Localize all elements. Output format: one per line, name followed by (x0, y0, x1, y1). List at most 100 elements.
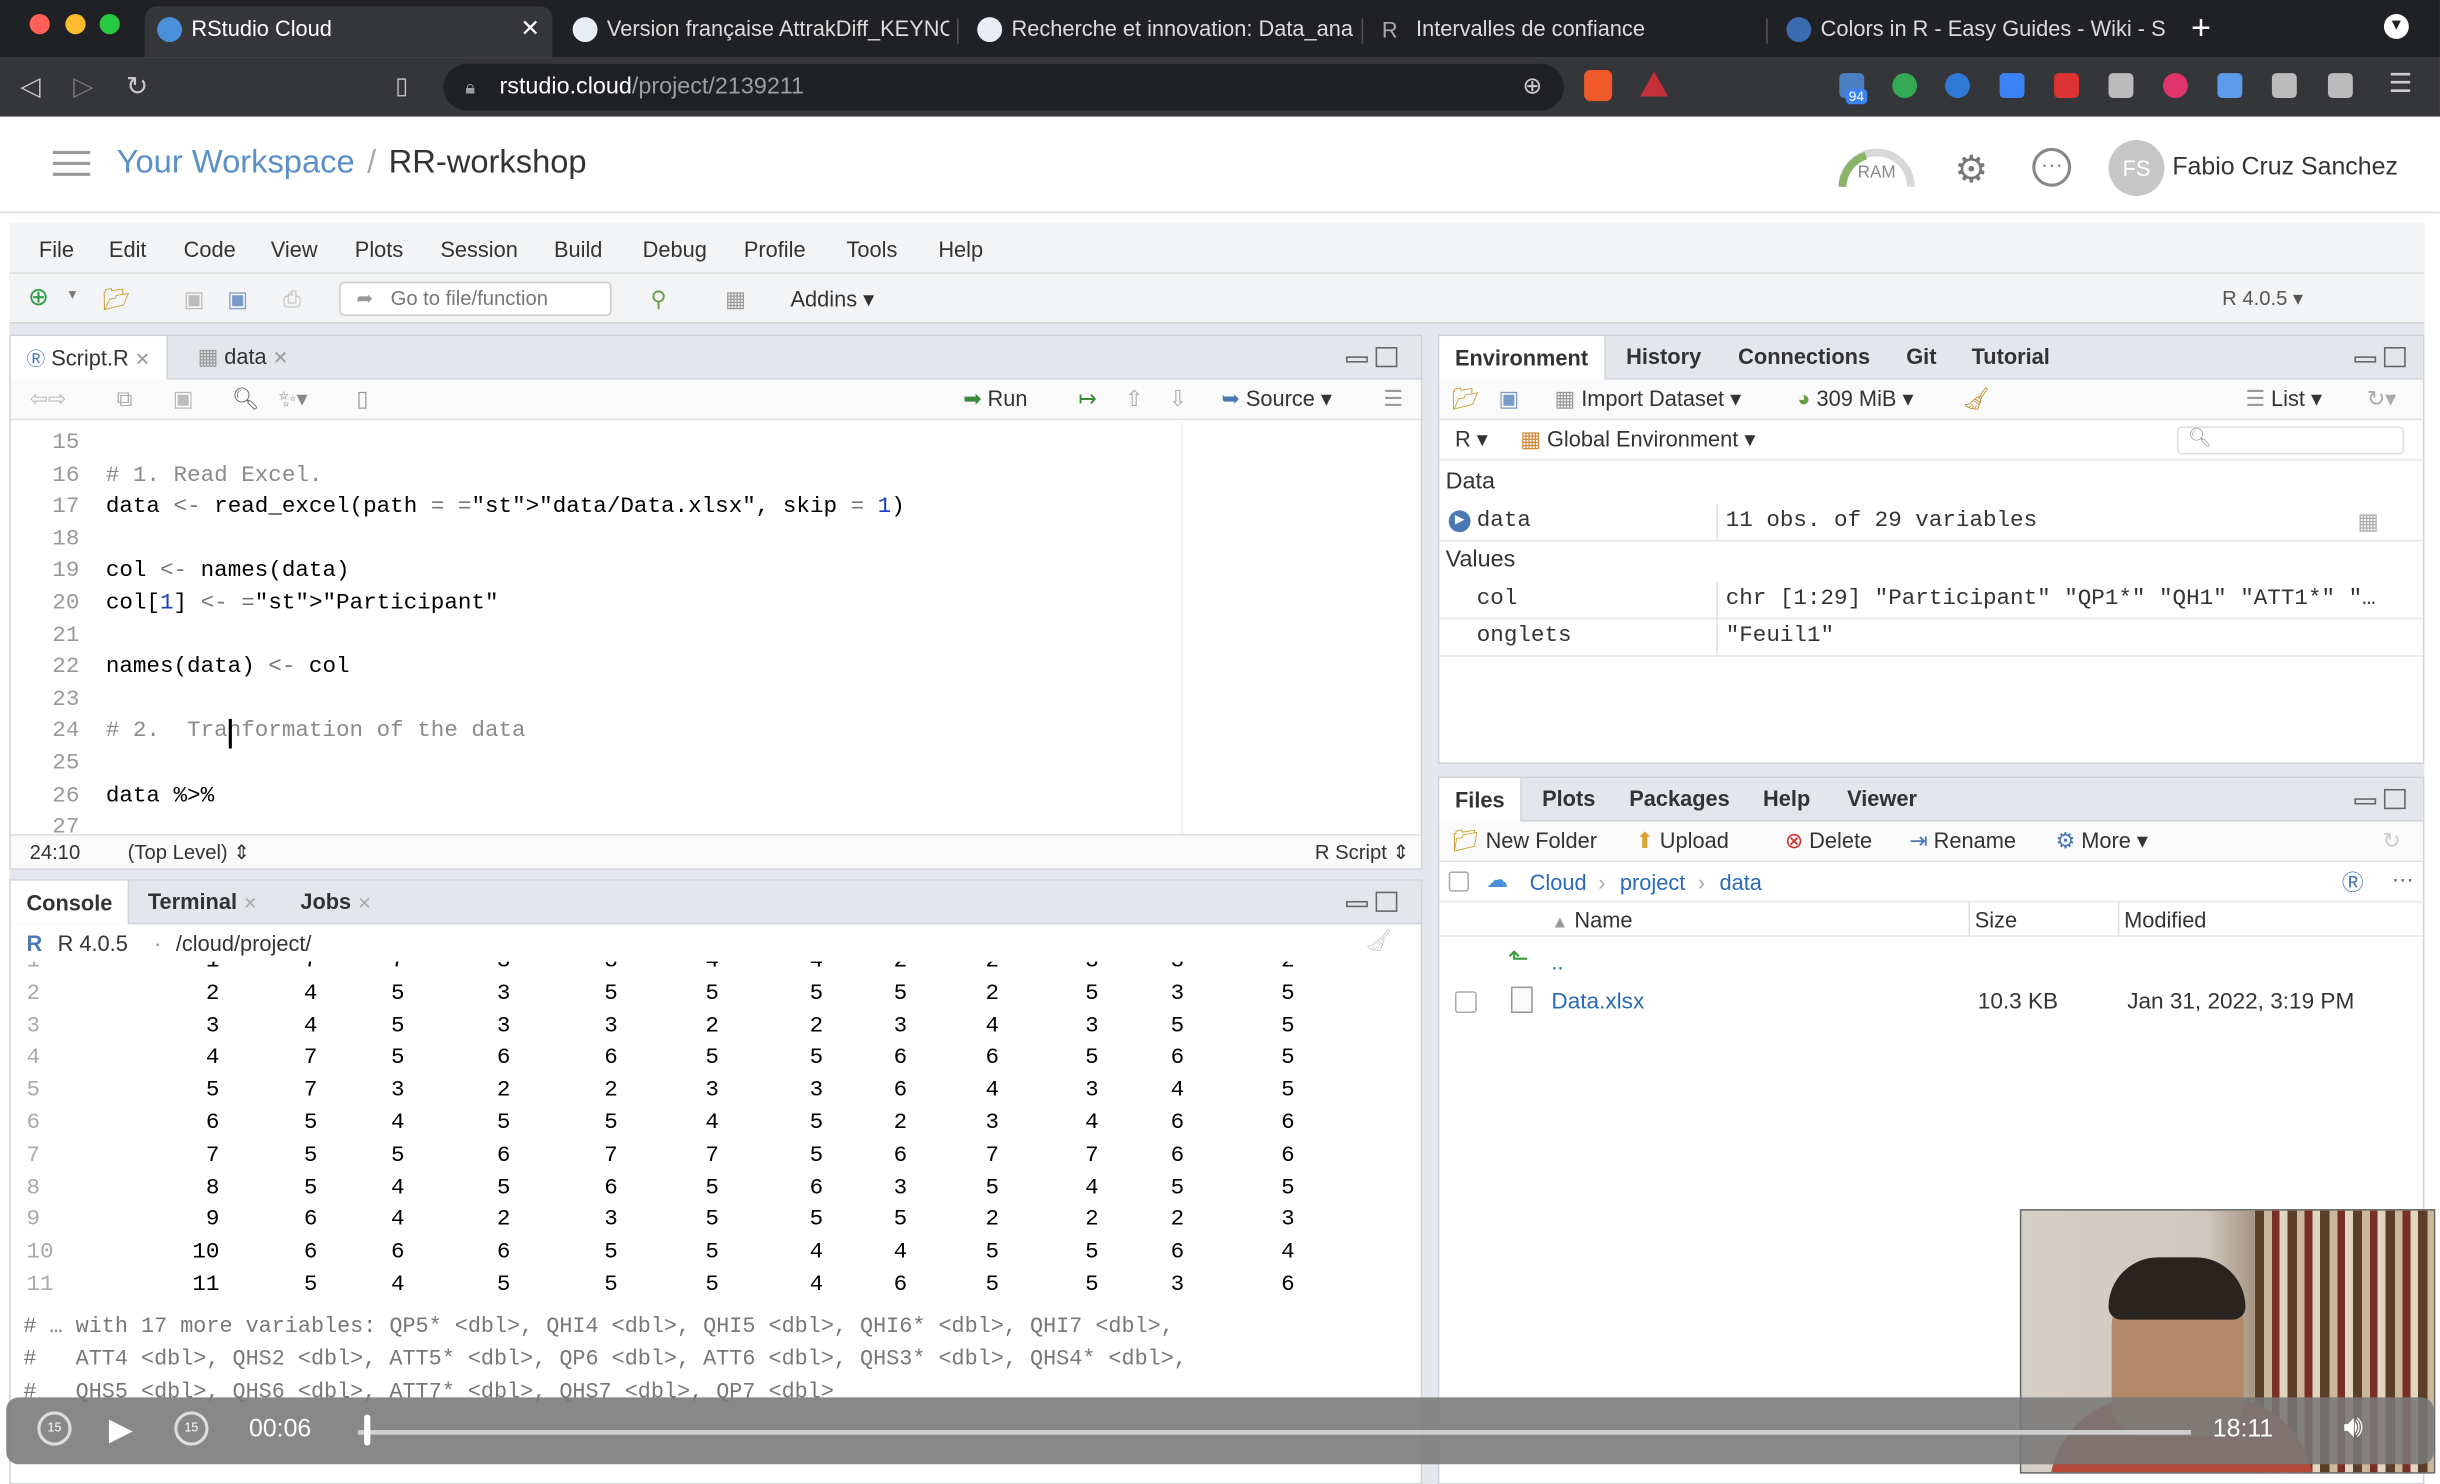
minimize-maximize-icons[interactable] (2354, 788, 2407, 811)
menu-debug[interactable]: Debug (643, 237, 707, 262)
more-options-icon[interactable]: ⋯ (2032, 147, 2072, 187)
code-tools-icon[interactable]: ✨︎▾ (279, 386, 308, 412)
breadcrumb-cloud[interactable]: Cloud (1530, 870, 1587, 895)
save-all-icon[interactable]: ▣ (227, 286, 248, 312)
zoom-icon[interactable]: ⊕ (1523, 64, 1543, 111)
code-editor[interactable]: 15 16 # 1. Read Excel. 17 data <- read_excel… (11, 421, 1421, 835)
menu-help[interactable]: Help (938, 237, 983, 262)
browser-tab-intervalles[interactable]: R Intervalles de confiance (1369, 6, 1758, 57)
env-row-data[interactable]: ▶ data 11 obs. of 29 variables ▦ (1439, 504, 2423, 542)
reload-icon[interactable]: ↻ (126, 72, 148, 103)
doc-extension-icon[interactable] (2217, 73, 2243, 99)
language-selector[interactable]: R ▾ (1455, 426, 1488, 452)
tab-terminal[interactable]: Terminal ✕ (148, 889, 258, 914)
tab-plots[interactable]: Plots (1542, 786, 1595, 811)
user-name[interactable]: Fabio Cruz Sanchez (2172, 154, 2398, 182)
browser-menu-icon[interactable]: ☰ (2389, 68, 2413, 99)
menu-edit[interactable]: Edit (109, 237, 147, 262)
tab-git[interactable]: Git (1906, 344, 1936, 369)
show-in-window-icon[interactable]: ⧉ (117, 386, 133, 412)
clear-objects-icon[interactable]: 🧹︎ (1962, 386, 1990, 412)
menu-profile[interactable]: Profile (744, 237, 806, 262)
save-icon[interactable]: ▣ (184, 286, 205, 312)
minimize-window-button[interactable] (65, 14, 86, 35)
file-row[interactable]: Data.xlsx 10.3 KB Jan 31, 2022, 3:19 PM (1439, 980, 2422, 1024)
menu-build[interactable]: Build (554, 237, 602, 262)
browser-tab-recherche[interactable]: Recherche et innovation: Data_anal (965, 6, 1354, 57)
file-type-selector[interactable]: R Script ⇕ (1315, 840, 1410, 865)
close-window-button[interactable] (29, 14, 50, 35)
overflow-icon[interactable]: ⋯ (2392, 867, 2414, 893)
new-file-icon[interactable]: ⊕ (28, 282, 49, 313)
video-progress-handle[interactable] (364, 1414, 371, 1446)
source-button[interactable]: ➥ Source ▾ (1222, 386, 1332, 412)
forward-icon[interactable]: ▷ (73, 72, 93, 103)
sort-name-column[interactable]: ▲ Name (1551, 907, 1632, 932)
menu-plots[interactable]: Plots (355, 237, 403, 262)
browser-tab-attrakdiff[interactable]: Version française AttrakDiff_KEYNO (560, 6, 949, 57)
tab-environment[interactable]: Environment (1439, 336, 1606, 380)
evernote-extension-icon[interactable] (1892, 73, 1918, 99)
avatar[interactable]: FS (2108, 140, 2165, 197)
scope-selector[interactable]: (Top Level) ⇕ (128, 840, 251, 865)
refresh-icon[interactable]: ↻ (2382, 828, 2400, 854)
expand-icon[interactable]: ▶ (1448, 510, 1471, 533)
wallet-icon[interactable] (2327, 73, 2353, 99)
menu-code[interactable]: Code (184, 237, 236, 262)
close-tab-icon[interactable]: ✕ (135, 349, 151, 371)
dropdown-arrow-icon[interactable]: ▾ (68, 286, 76, 303)
go-down-icon[interactable]: ⇩ (1169, 386, 1187, 412)
hamburger-menu-icon[interactable] (52, 150, 91, 176)
browser-tab-colors[interactable]: Colors in R - Easy Guides - Wiki - S (1774, 6, 2171, 57)
run-button[interactable]: ➡ Run (963, 386, 1027, 412)
pen-extension-icon[interactable] (2108, 73, 2134, 99)
close-tab-icon[interactable]: ✕ (243, 895, 257, 914)
menu-tools[interactable]: Tools (847, 237, 898, 262)
rerun-icon[interactable]: ↦ (1078, 386, 1096, 412)
back-icon[interactable]: ◁ (20, 72, 40, 103)
go-to-file-input[interactable]: ➦ Go to file/function (339, 281, 612, 316)
bookmark-icon[interactable]: ▯ (395, 72, 408, 99)
close-tab-icon[interactable]: ✕ (273, 347, 289, 369)
menu-view[interactable]: View (271, 237, 318, 262)
minimize-maximize-icons[interactable] (1346, 347, 1399, 369)
go-up-icon[interactable]: ⇧ (1125, 386, 1143, 412)
view-mode-selector[interactable]: ☰ List ▾ (2245, 386, 2322, 412)
tab-script-r[interactable]: Ⓡ Script.R ✕ (10, 336, 168, 380)
delete-button[interactable]: ⊗ Delete (1785, 828, 1872, 854)
size-column-label[interactable]: Size (1975, 907, 2017, 932)
maximize-window-button[interactable] (99, 14, 120, 35)
menu-session[interactable]: Session (440, 237, 518, 262)
refresh-icon[interactable]: ↻▾ (2367, 386, 2396, 412)
tab-connections[interactable]: Connections (1738, 344, 1870, 369)
environment-search-input[interactable]: 🔍︎ (2176, 426, 2405, 455)
breadcrumb-data[interactable]: data (1719, 870, 1761, 895)
tab-jobs[interactable]: Jobs ✕ (300, 889, 371, 914)
modified-column-label[interactable]: Modified (2124, 907, 2206, 932)
address-bar[interactable]: 🔒︎ rstudio.cloud/project/2139211 ⊕ (443, 63, 1564, 111)
rewind-15-button[interactable]: 15 (37, 1411, 72, 1446)
shield-extension-icon[interactable] (1999, 73, 2025, 99)
view-table-icon[interactable]: ▦ (2357, 510, 2378, 537)
workspace-link[interactable]: Your Workspace (117, 145, 355, 181)
back-icon[interactable]: ⇦⇨ (30, 386, 67, 412)
search-icon[interactable]: 🔍︎ (232, 386, 260, 412)
env-row-col[interactable]: col chr [1:29] "Participant" "QP1*" "QH1… (1439, 581, 2423, 620)
memory-usage-button[interactable]: ◕ 309 MiB ▾ (1797, 386, 1913, 412)
forward-15-button[interactable]: 15 (174, 1411, 209, 1446)
load-workspace-icon[interactable]: 📂︎ (1452, 386, 1480, 412)
console-path[interactable]: /cloud/project/ (176, 931, 312, 956)
clock-extension-icon[interactable] (1945, 73, 1971, 99)
parent-folder-link[interactable]: .. (1551, 949, 1563, 974)
close-tab-icon[interactable]: ✕ (520, 6, 540, 51)
file-name-link[interactable]: Data.xlsx (1551, 990, 1644, 1015)
import-dataset-button[interactable]: ▦ Import Dataset ▾ (1555, 386, 1742, 412)
record-extension-icon[interactable] (2162, 73, 2188, 99)
menu-file[interactable]: File (39, 237, 74, 262)
tab-files[interactable]: Files (1439, 778, 1522, 822)
env-row-onglets[interactable]: onglets "Feuil1" (1439, 619, 2423, 657)
pane-layout-icon[interactable]: ▦ (725, 286, 746, 312)
volume-icon[interactable]: 🔊︎ (2343, 1410, 2363, 1446)
browser-tab-rstudio[interactable]: RStudio Cloud ✕ (144, 6, 553, 58)
gear-icon[interactable]: ⚙ (1954, 148, 1987, 193)
